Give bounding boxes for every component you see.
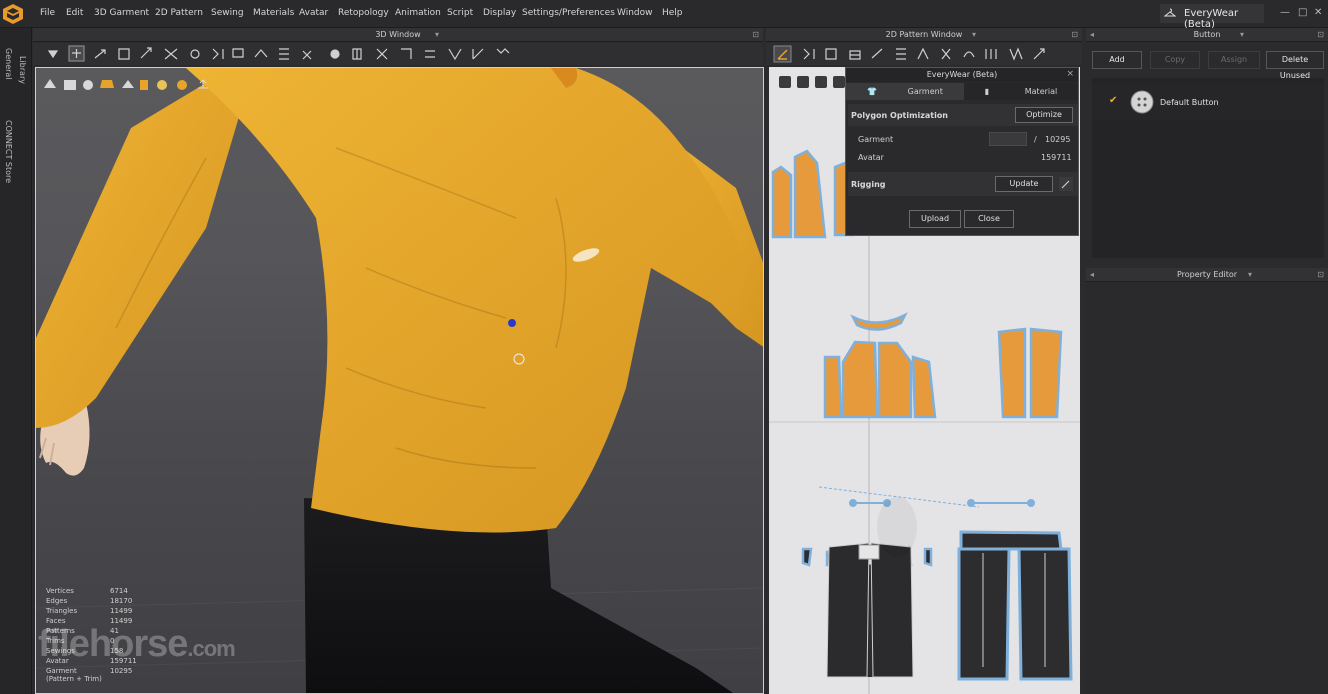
garment-tab-icon: 👕 bbox=[867, 87, 908, 96]
panel-pin-icon[interactable]: ◂ bbox=[1090, 268, 1094, 282]
button-thumbnail-icon bbox=[1130, 90, 1154, 114]
assign-button[interactable]: Assign bbox=[1208, 51, 1260, 69]
list-item[interactable]: ✔ Default Button bbox=[1092, 84, 1324, 120]
panel-title-button: Button bbox=[1193, 30, 1221, 39]
menu-avatar[interactable]: Avatar bbox=[299, 8, 328, 18]
garment-separator: / bbox=[1034, 135, 1037, 144]
close-button[interactable]: Close bbox=[964, 210, 1014, 228]
garment-target-input[interactable] bbox=[989, 132, 1027, 146]
app-title-text: EveryWear (Beta) bbox=[1184, 8, 1239, 30]
pattern-tool-palette[interactable] bbox=[769, 73, 849, 91]
polygon-optimization-heading: Polygon Optimization bbox=[851, 111, 949, 120]
stat-garment-note: (Pattern + Trim) bbox=[46, 675, 102, 683]
panel-dropdown-icon[interactable]: ▾ bbox=[1240, 28, 1244, 42]
viewport-display-icons[interactable] bbox=[42, 76, 212, 92]
tab-garment-label: Garment bbox=[907, 87, 943, 96]
tab-material[interactable]: ▮ Material bbox=[964, 83, 1078, 100]
toolbar-2d bbox=[766, 43, 1082, 65]
panel-float-icon[interactable]: ⊡ bbox=[1317, 268, 1324, 282]
edit-pencil-icon[interactable] bbox=[1059, 177, 1073, 191]
menu-display[interactable]: Display bbox=[483, 8, 516, 18]
panel-title-3d: 3D Window bbox=[375, 30, 421, 39]
menu-retopology[interactable]: Retopology bbox=[338, 8, 389, 18]
update-button[interactable]: Update bbox=[995, 176, 1053, 192]
menu-2d-pattern[interactable]: 2D Pattern bbox=[155, 8, 203, 18]
menu-script[interactable]: Script bbox=[447, 8, 473, 18]
stat-triangles: Triangles 11499 bbox=[46, 607, 133, 615]
garment-label: Garment bbox=[858, 135, 894, 144]
panel-pin-icon[interactable]: ◂ bbox=[1090, 28, 1094, 42]
menu-window[interactable]: Window bbox=[617, 8, 653, 18]
everywear-dialog: EveryWear (Beta) × 👕 Garment ▮ Material … bbox=[845, 67, 1079, 236]
tab-material-label: Material bbox=[1024, 87, 1058, 96]
panel-float-icon[interactable]: ⊡ bbox=[752, 28, 759, 42]
add-button[interactable]: Add bbox=[1092, 51, 1142, 69]
panel-title-2d: 2D Pattern Window bbox=[885, 30, 963, 39]
copy-button[interactable]: Copy bbox=[1150, 51, 1200, 69]
left-side-strip: Library General CONNECT Store bbox=[0, 28, 32, 694]
tab-library[interactable]: Library bbox=[18, 56, 27, 84]
menu-sewing[interactable]: Sewing bbox=[211, 8, 244, 18]
avatar-value: 159711 bbox=[1041, 153, 1072, 162]
menu-bar: File Edit 3D Garment 2D Pattern Sewing M… bbox=[0, 0, 1328, 30]
waistband-piece bbox=[858, 544, 880, 560]
toolbar-3d bbox=[33, 43, 763, 65]
menu-edit[interactable]: Edit bbox=[66, 8, 83, 18]
menu-file[interactable]: File bbox=[40, 8, 55, 18]
panel-header-3d: 3D Window ▾ ⊡ bbox=[33, 28, 763, 42]
property-editor-panel bbox=[1086, 283, 1328, 694]
close-icon[interactable]: × bbox=[1066, 69, 1074, 79]
tab-general[interactable]: General bbox=[4, 48, 13, 80]
toolbar-3d-icons[interactable] bbox=[33, 43, 763, 65]
panel-dropdown-icon[interactable]: ▾ bbox=[972, 28, 976, 42]
panel-header-button: ◂ Button ▾ ⊡ bbox=[1086, 28, 1328, 42]
avatar-label: Avatar bbox=[858, 153, 884, 162]
delete-unused-button[interactable]: Delete Unused bbox=[1266, 51, 1324, 80]
watermark-logo: filehorse.com bbox=[38, 623, 236, 665]
menu-materials[interactable]: Materials bbox=[253, 8, 294, 18]
everywear-dialog-title: EveryWear (Beta) bbox=[846, 68, 1078, 82]
stat-vertices: Vertices 6714 bbox=[46, 587, 128, 595]
menu-3d-garment[interactable]: 3D Garment bbox=[94, 8, 149, 18]
panel-header-2d: 2D Pattern Window ▾ ⊡ bbox=[766, 28, 1082, 42]
menu-help[interactable]: Help bbox=[662, 8, 683, 18]
rigging-heading: Rigging bbox=[851, 180, 886, 189]
menu-animation[interactable]: Animation bbox=[395, 8, 441, 18]
hanger-icon bbox=[1164, 8, 1176, 17]
panel-header-property-editor: ◂ Property Editor ▾ ⊡ bbox=[1086, 268, 1328, 282]
maximize-button[interactable]: □ bbox=[1298, 7, 1307, 18]
menu-settings[interactable]: Settings/Preferences bbox=[522, 8, 615, 18]
default-button-label: Default Button bbox=[1160, 98, 1219, 107]
app-logo-icon[interactable] bbox=[2, 3, 24, 25]
close-window-button[interactable]: ✕ bbox=[1314, 7, 1322, 18]
panel-dropdown-icon[interactable]: ▾ bbox=[435, 28, 439, 42]
panel-float-icon[interactable]: ⊡ bbox=[1317, 28, 1324, 42]
tab-garment[interactable]: 👕 Garment bbox=[846, 83, 964, 100]
panel-dropdown-icon[interactable]: ▾ bbox=[1248, 268, 1252, 282]
tab-connect-store[interactable]: CONNECT Store bbox=[4, 120, 13, 183]
stat-edges: Edges 18170 bbox=[46, 597, 133, 605]
panel-float-icon[interactable]: ⊡ bbox=[1071, 28, 1078, 42]
garment-total-value: 10295 bbox=[1045, 135, 1071, 144]
panel-title-property-editor: Property Editor bbox=[1176, 270, 1238, 279]
stat-garment: Garment 10295 bbox=[46, 667, 133, 675]
viewport-3d[interactable]: Vertices 6714 Edges 18170 Triangles 11499 F… bbox=[35, 67, 764, 694]
optimize-button[interactable]: Optimize bbox=[1015, 107, 1073, 123]
minimize-button[interactable]: — bbox=[1280, 7, 1290, 18]
upload-button[interactable]: Upload bbox=[909, 210, 961, 228]
avatar-garment-render[interactable] bbox=[36, 68, 764, 694]
material-tab-icon: ▮ bbox=[984, 87, 1025, 96]
toolbar-2d-icons[interactable] bbox=[766, 43, 1082, 65]
checkmark-icon: ✔ bbox=[1109, 95, 1118, 106]
